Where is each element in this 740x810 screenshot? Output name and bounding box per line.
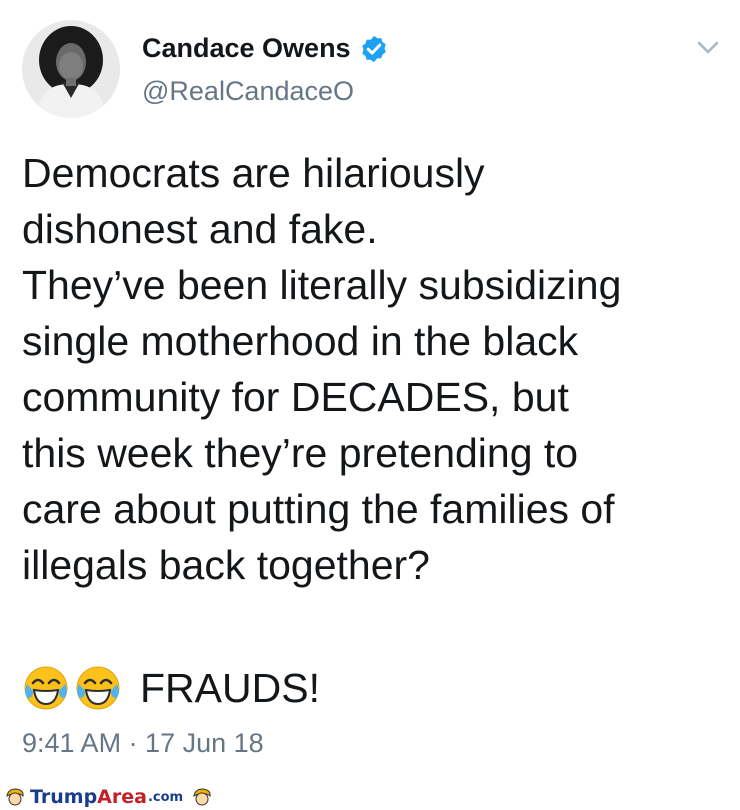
trump-head-icon: [6, 788, 24, 806]
site-watermark: Trump Area .com: [4, 786, 213, 808]
avatar[interactable]: [22, 20, 120, 118]
watermark-trump: Trump: [30, 786, 98, 808]
watermark-area: Area: [97, 786, 147, 808]
trump-head-icon: [193, 788, 211, 806]
user-handle[interactable]: @RealCandaceO: [142, 76, 354, 107]
display-name[interactable]: Candace Owens: [142, 33, 351, 64]
emoji-row: [22, 664, 122, 712]
tears-of-joy-emoji-icon: [76, 666, 120, 710]
reaction-text: FRAUDS!: [140, 664, 320, 711]
reaction-line: FRAUDS!: [22, 660, 320, 716]
profile-photo: [22, 20, 120, 118]
tweet-text: Democrats are hilariously dishonest and …: [22, 150, 622, 588]
verified-badge-icon: [361, 35, 386, 62]
chevron-down-icon[interactable]: [695, 36, 721, 58]
watermark-com: .com: [147, 789, 184, 805]
tears-of-joy-emoji-icon: [24, 666, 68, 710]
tweet-timestamp[interactable]: 9:41 AM · 17 Jun 18: [22, 728, 264, 759]
display-name-row[interactable]: Candace Owens: [142, 33, 389, 64]
